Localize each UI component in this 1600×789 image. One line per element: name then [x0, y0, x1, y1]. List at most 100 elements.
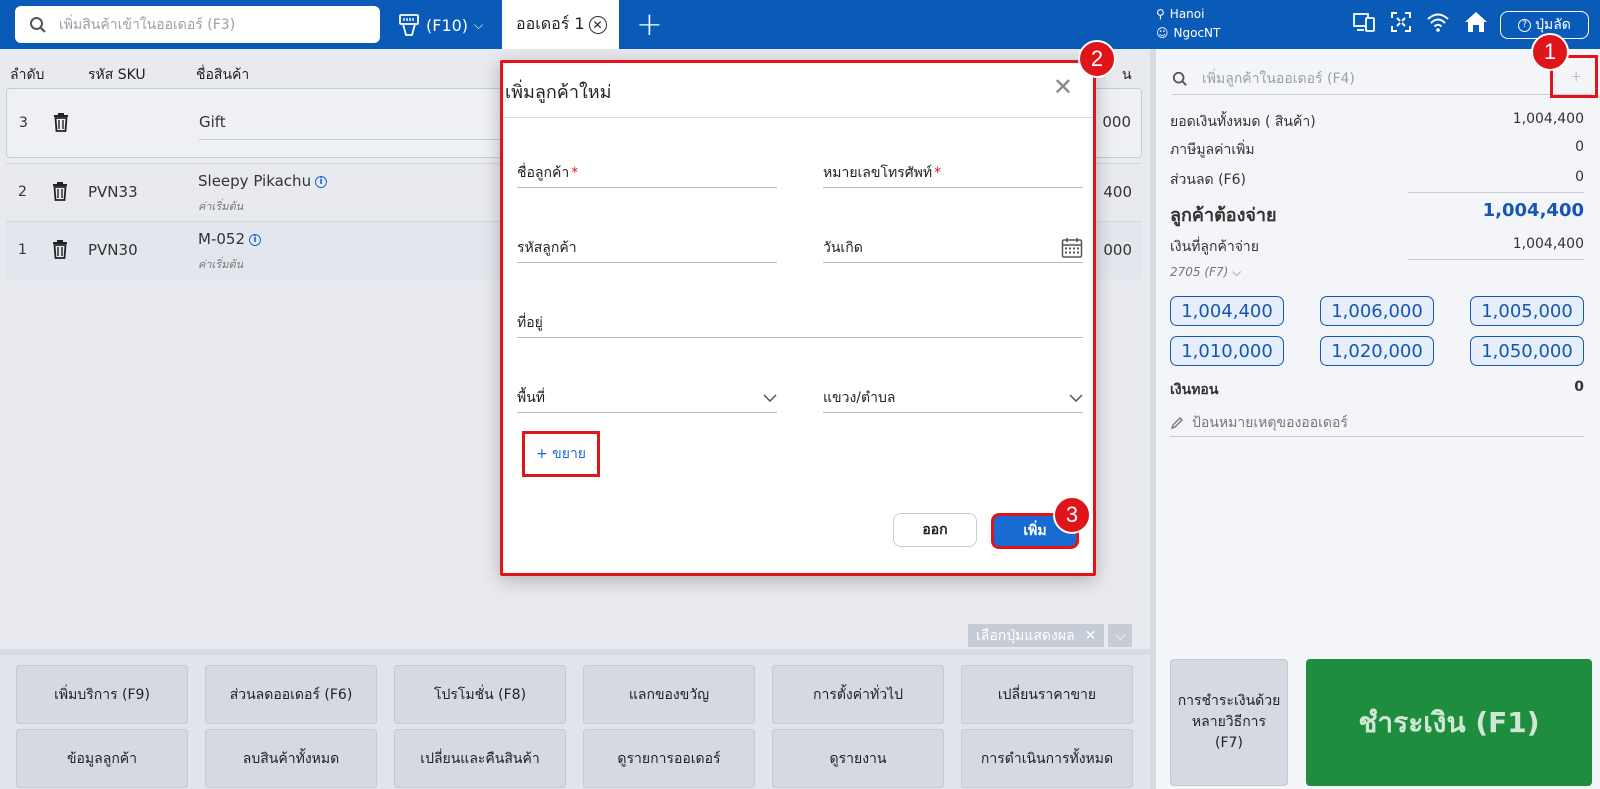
all-operations-button[interactable]: การดำเนินการทั้งหมด	[961, 729, 1133, 788]
paid-underline	[1408, 259, 1584, 260]
payable-label: ลูกค้าต้องจ่าย	[1170, 205, 1277, 226]
ward-select[interactable]: แขวง/ตำบล	[823, 383, 1083, 413]
pencil-icon	[1170, 416, 1183, 429]
tab-order-1[interactable]: ออเดอร์ 1 ✕	[502, 0, 619, 49]
address-label: ที่อยู่	[517, 314, 543, 331]
birthday-label: วันเกิด	[823, 239, 863, 256]
barcode-mode-button[interactable]: (F10) ⌵	[398, 8, 483, 42]
col-name: ชื่อสินค้า	[196, 67, 250, 83]
customer-search-input[interactable]: เพิ่มลูกค้าในออเดอร์ (F4) +	[1172, 63, 1592, 95]
address-field[interactable]: ที่อยู่	[517, 308, 1083, 338]
chevron-down-icon	[763, 393, 777, 402]
row-index: 2	[18, 184, 27, 200]
view-orders-button[interactable]: ดูรายการออเดอร์	[583, 729, 755, 788]
promotion-button[interactable]: โปรโมชั่น (F8)	[394, 665, 566, 724]
exchange-return-button[interactable]: เปลี่ยนและคืนสินค้า	[394, 729, 566, 788]
row-variant: ค่าเริ่มต้น	[198, 258, 244, 271]
birthday-field[interactable]: วันเกิด	[823, 233, 1083, 263]
paid-value: 1,004,400	[1512, 236, 1584, 252]
paid-label: เงินที่ลูกค้าจ่าย	[1170, 239, 1259, 255]
cash-suggestion-button[interactable]: 1,006,000	[1320, 296, 1434, 326]
top-bar: เพิ่มสินค้าเข้าในออเดอร์ (F3) (F10) ⌵ ออ…	[0, 0, 1600, 49]
question-icon: ?	[1518, 18, 1532, 32]
product-search-placeholder: เพิ่มสินค้าเข้าในออเดอร์ (F3)	[59, 16, 236, 33]
order-discount-button[interactable]: ส่วนลดออเดอร์ (F6)	[205, 665, 377, 724]
calendar-icon[interactable]	[1061, 237, 1083, 259]
dialog-title: เพิ่มลูกค้าใหม่	[505, 82, 612, 103]
view-reports-button[interactable]: ดูรายงาน	[772, 729, 944, 788]
discount-row[interactable]: ส่วนลด (F6) 0	[1170, 169, 1584, 191]
required-mark: *	[571, 164, 579, 181]
home-icon[interactable]	[1463, 10, 1489, 34]
location-info: ⚲ Hanoi ☺ NgocNT	[1156, 5, 1220, 43]
trash-icon[interactable]	[53, 113, 69, 132]
area-select[interactable]: พื้นที่	[517, 383, 777, 413]
general-settings-button[interactable]: การตั้งค่าทั่วไป	[772, 665, 944, 724]
product-search-input[interactable]: เพิ่มสินค้าเข้าในออเดอร์ (F3)	[15, 6, 380, 43]
expand-button[interactable]: + ขยาย	[522, 431, 600, 477]
row-name: Gift	[199, 113, 226, 131]
chevron-down-icon[interactable]: ⌵	[1108, 624, 1133, 647]
chevron-down-icon: ⌵	[1232, 265, 1242, 279]
order-note-input[interactable]: ป้อนหมายเหตุของออเดอร์	[1170, 409, 1584, 437]
chevron-down-icon	[1069, 393, 1083, 402]
gift-exchange-button[interactable]: แลกของขวัญ	[583, 665, 755, 724]
search-icon	[1172, 71, 1187, 86]
step-badge-1: 1	[1531, 33, 1569, 71]
trash-icon[interactable]	[52, 182, 68, 201]
add-service-button[interactable]: เพิ่มบริการ (F9)	[16, 665, 188, 724]
vat-row: ภาษีมูลค่าเพิ่ม 0	[1170, 139, 1584, 161]
col-amount: น	[1122, 67, 1132, 83]
step-badge-3: 3	[1053, 496, 1091, 534]
customer-info-button[interactable]: ข้อมูลลูกค้า	[16, 729, 188, 788]
vat-value: 0	[1575, 139, 1584, 155]
cash-suggestion-button[interactable]: 1,010,000	[1170, 336, 1284, 366]
add-tab-button[interactable]: +	[636, 8, 663, 40]
cash-suggestion-button[interactable]: 1,020,000	[1320, 336, 1434, 366]
ward-label: แขวง/ตำบล	[823, 389, 896, 406]
info-icon[interactable]: i	[315, 175, 328, 188]
col-index: ลำดับ	[10, 67, 45, 83]
add-customer-dialog: เพิ่มลูกค้าใหม่ ✕ ชื่อลูกค้า * หมายเลขโทร…	[500, 60, 1096, 576]
payment-method-select[interactable]: 2705 (F7) ⌵	[1170, 265, 1241, 280]
multi-payment-button[interactable]: การชำระเงินด้วยหลายวิธีการ (F7)	[1170, 659, 1288, 786]
close-icon[interactable]: ✕	[1085, 628, 1097, 644]
change-price-button[interactable]: เปลี่ยนราคาขาย	[961, 665, 1133, 724]
close-tab-icon[interactable]: ✕	[588, 15, 607, 34]
phone-label: หมายเลขโทรศัพท์	[823, 164, 933, 181]
payable-row: ลูกค้าต้องจ่าย 1,004,400	[1170, 200, 1584, 229]
location-text: Hanoi	[1169, 7, 1205, 21]
row-amount: 400	[1103, 183, 1132, 201]
trash-icon[interactable]	[52, 240, 68, 259]
top-icons	[1352, 10, 1489, 34]
customer-name-field[interactable]: ชื่อลูกค้า *	[517, 158, 777, 188]
dialog-divider	[503, 117, 1093, 118]
user-icon: ☺	[1156, 26, 1169, 40]
info-icon[interactable]: i	[249, 233, 261, 246]
cash-suggestion-button[interactable]: 1,050,000	[1470, 336, 1584, 366]
change-value: 0	[1574, 379, 1584, 395]
display-button-select[interactable]: เลือกปุ่มแสดงผล ✕ ⌵	[968, 624, 1133, 647]
exit-button[interactable]: ออก	[893, 513, 977, 547]
cash-suggestion-button[interactable]: 1,005,000	[1470, 296, 1584, 326]
row-name: Sleepy Pikachu	[198, 172, 312, 190]
fullscreen-icon[interactable]	[1389, 10, 1413, 34]
total-row: ยอดเงินทั้งหมด ( สินค้า) 1,004,400	[1170, 111, 1584, 133]
user-text: NgocNT	[1173, 26, 1221, 40]
change-label: เงินทอน	[1170, 382, 1219, 398]
payment-panel: เพิ่มลูกค้าในออเดอร์ (F4) + ยอดเงินทั้งห…	[1156, 49, 1600, 789]
row-name: M-052	[198, 230, 245, 248]
paid-row[interactable]: เงินที่ลูกค้าจ่าย 1,004,400	[1170, 236, 1584, 258]
customer-code-field[interactable]: รหัสลูกค้า	[517, 233, 777, 263]
pay-button[interactable]: ชำระเงิน (F1)	[1306, 659, 1592, 786]
devices-icon[interactable]	[1352, 10, 1376, 34]
wifi-icon[interactable]	[1426, 10, 1450, 34]
row-index: 3	[19, 115, 28, 131]
phone-field[interactable]: หมายเลขโทรศัพท์ *	[823, 158, 1083, 188]
customer-code-label: รหัสลูกค้า	[517, 239, 577, 256]
delete-all-products-button[interactable]: ลบสินค้าทั้งหมด	[205, 729, 377, 788]
close-icon[interactable]: ✕	[1053, 73, 1073, 101]
cash-suggestion-button[interactable]: 1,004,400	[1170, 296, 1284, 326]
row-sku: PVN33	[88, 183, 138, 201]
vat-label: ภาษีมูลค่าเพิ่ม	[1170, 142, 1255, 158]
